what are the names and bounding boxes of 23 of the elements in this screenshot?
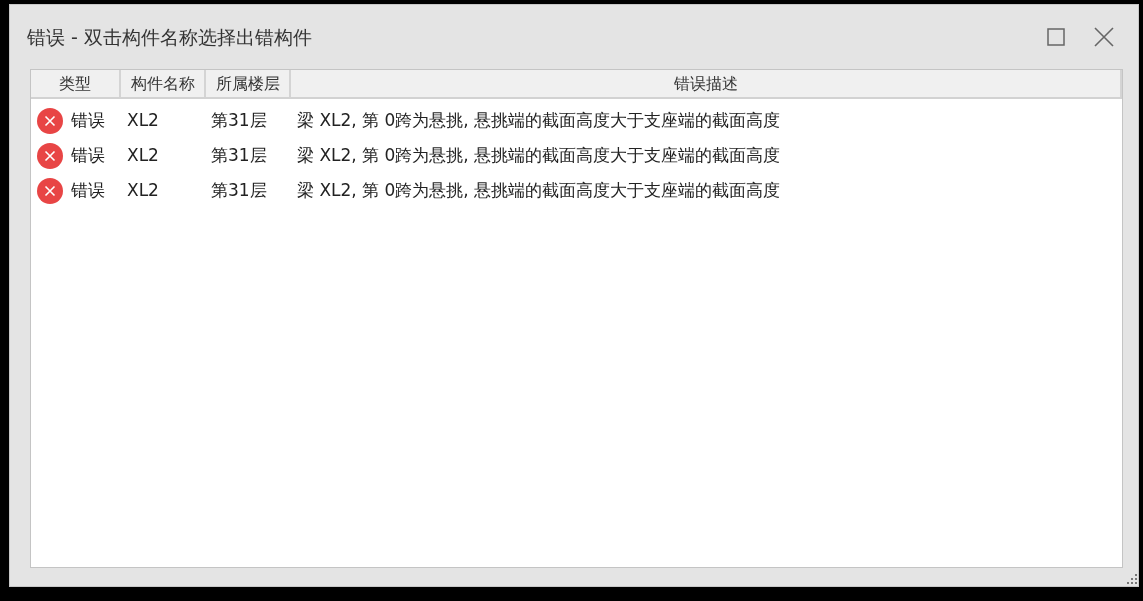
column-header[interactable]: 类型 xyxy=(31,70,121,97)
error-icon xyxy=(37,107,63,134)
floor-cell: 第31层 xyxy=(211,144,267,165)
name-cell[interactable]: XL2 xyxy=(127,179,159,200)
maximize-icon xyxy=(1047,28,1065,46)
name-cell[interactable]: XL2 xyxy=(127,109,159,130)
close-icon xyxy=(1094,27,1114,47)
error-icon xyxy=(37,177,63,204)
error-icon xyxy=(37,142,63,169)
description-cell: 梁 XL2, 第 0跨为悬挑, 悬挑端的截面高度大于支座端的截面高度 xyxy=(297,144,781,165)
column-header[interactable]: 所属楼层 xyxy=(206,70,291,97)
type-cell-text: 错误 xyxy=(71,178,105,202)
floor-cell: 第31层 xyxy=(211,109,267,130)
type-cell-text: 错误 xyxy=(71,143,105,167)
window-title: 错误 - 双击构件名称选择出错构件 xyxy=(27,24,313,50)
type-cell-text: 错误 xyxy=(71,108,105,132)
column-header[interactable]: 错误描述 xyxy=(291,70,1122,97)
description-cell: 梁 XL2, 第 0跨为悬挑, 悬挑端的截面高度大于支座端的截面高度 xyxy=(297,109,781,130)
resize-grip-icon[interactable] xyxy=(1126,573,1138,585)
column-header[interactable]: 构件名称 xyxy=(121,70,206,97)
name-cell[interactable]: XL2 xyxy=(127,144,159,165)
description-cell: 梁 XL2, 第 0跨为悬挑, 悬挑端的截面高度大于支座端的截面高度 xyxy=(297,179,781,200)
floor-cell: 第31层 xyxy=(211,179,267,200)
